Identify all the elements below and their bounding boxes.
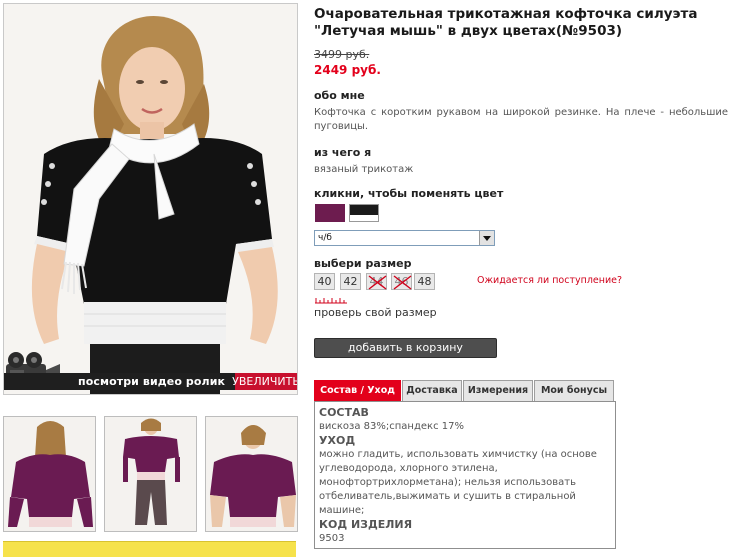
size-label: 48 [417, 275, 432, 288]
video-label: посмотри видео ролик [78, 375, 226, 388]
composition-heading: СОСТАВ [319, 406, 369, 419]
product-code-heading: КОД ИЗДЕЛИЯ [319, 518, 413, 531]
swatch-black-part [350, 205, 378, 215]
product-code-value: 9503 [319, 533, 345, 544]
about-heading: обо мне [314, 89, 365, 102]
material-heading: из чего я [314, 146, 372, 159]
thumbnail-front-purple[interactable] [205, 416, 298, 532]
zoom-label: УВЕЛИЧИТЬ [232, 375, 298, 388]
unavailable-cross-icon [393, 275, 412, 290]
size-option-44-unavailable[interactable]: 44 [366, 273, 387, 290]
product-title: Очаровательная трикотажная кофточка силу… [314, 6, 698, 39]
tab-measurements[interactable]: Измерения [463, 380, 533, 401]
notify-restock-link[interactable]: Ожидается ли поступление? [477, 275, 622, 286]
size-label: 42 [343, 275, 358, 288]
size-label: 40 [317, 275, 332, 288]
thumbnail-image [206, 417, 297, 531]
size-option-42[interactable]: 42 [340, 273, 361, 290]
color-swatch-purple[interactable] [315, 204, 345, 222]
size-heading: выбери размер [314, 257, 412, 270]
chevron-down-icon[interactable] [479, 231, 494, 245]
care-heading: УХОД [319, 434, 356, 447]
care-text: можно гладить, использовать химчистку (н… [319, 449, 597, 516]
material-text: вязаный трикотаж [314, 164, 414, 175]
model-photo [4, 4, 297, 394]
tab-composition-care[interactable]: Состав / Уход [314, 380, 401, 401]
composition-text: вискоза 83%;спандекс 17% [319, 421, 464, 432]
ruler-icon[interactable] [315, 297, 347, 304]
color-select-value: ч/б [318, 233, 332, 243]
unavailable-cross-icon [368, 275, 387, 290]
about-text: Кофточка с коротким рукавом на широкой р… [314, 107, 728, 132]
size-option-46-unavailable[interactable]: 46 [391, 273, 412, 290]
tab-my-bonuses[interactable]: Мои бонусы [534, 380, 614, 401]
thumbnail-full-outfit[interactable] [104, 416, 197, 532]
main-product-photo[interactable]: посмотри видео ролик УВЕЛИЧИТЬ [3, 3, 298, 395]
tab-content-panel: СОСТАВ вискоза 83%;спандекс 17% УХОД мож… [314, 401, 616, 549]
info-tabs: Состав / Уход Доставка Измерения Мои бон… [314, 380, 616, 401]
old-price: 3499 руб. [314, 48, 370, 61]
thumbnail-image [4, 417, 95, 531]
watch-video-button[interactable]: посмотри видео ролик [4, 373, 238, 390]
tab-delivery[interactable]: Доставка [402, 380, 462, 401]
check-size-link[interactable]: проверь свой размер [314, 306, 437, 319]
color-select[interactable]: ч/б [314, 230, 495, 246]
color-swatch-black-white[interactable] [349, 204, 379, 222]
thumbnail-image [105, 417, 196, 531]
size-option-48[interactable]: 48 [414, 273, 435, 290]
add-to-cart-button[interactable]: добавить в корзину [314, 338, 497, 358]
promo-banner-strip[interactable] [3, 541, 296, 557]
color-heading: кликни, чтобы поменять цвет [314, 187, 504, 200]
size-option-40[interactable]: 40 [314, 273, 335, 290]
zoom-button[interactable]: УВЕЛИЧИТЬ [232, 373, 298, 390]
new-price: 2449 руб. [314, 63, 381, 77]
thumbnail-back-view[interactable] [3, 416, 96, 532]
